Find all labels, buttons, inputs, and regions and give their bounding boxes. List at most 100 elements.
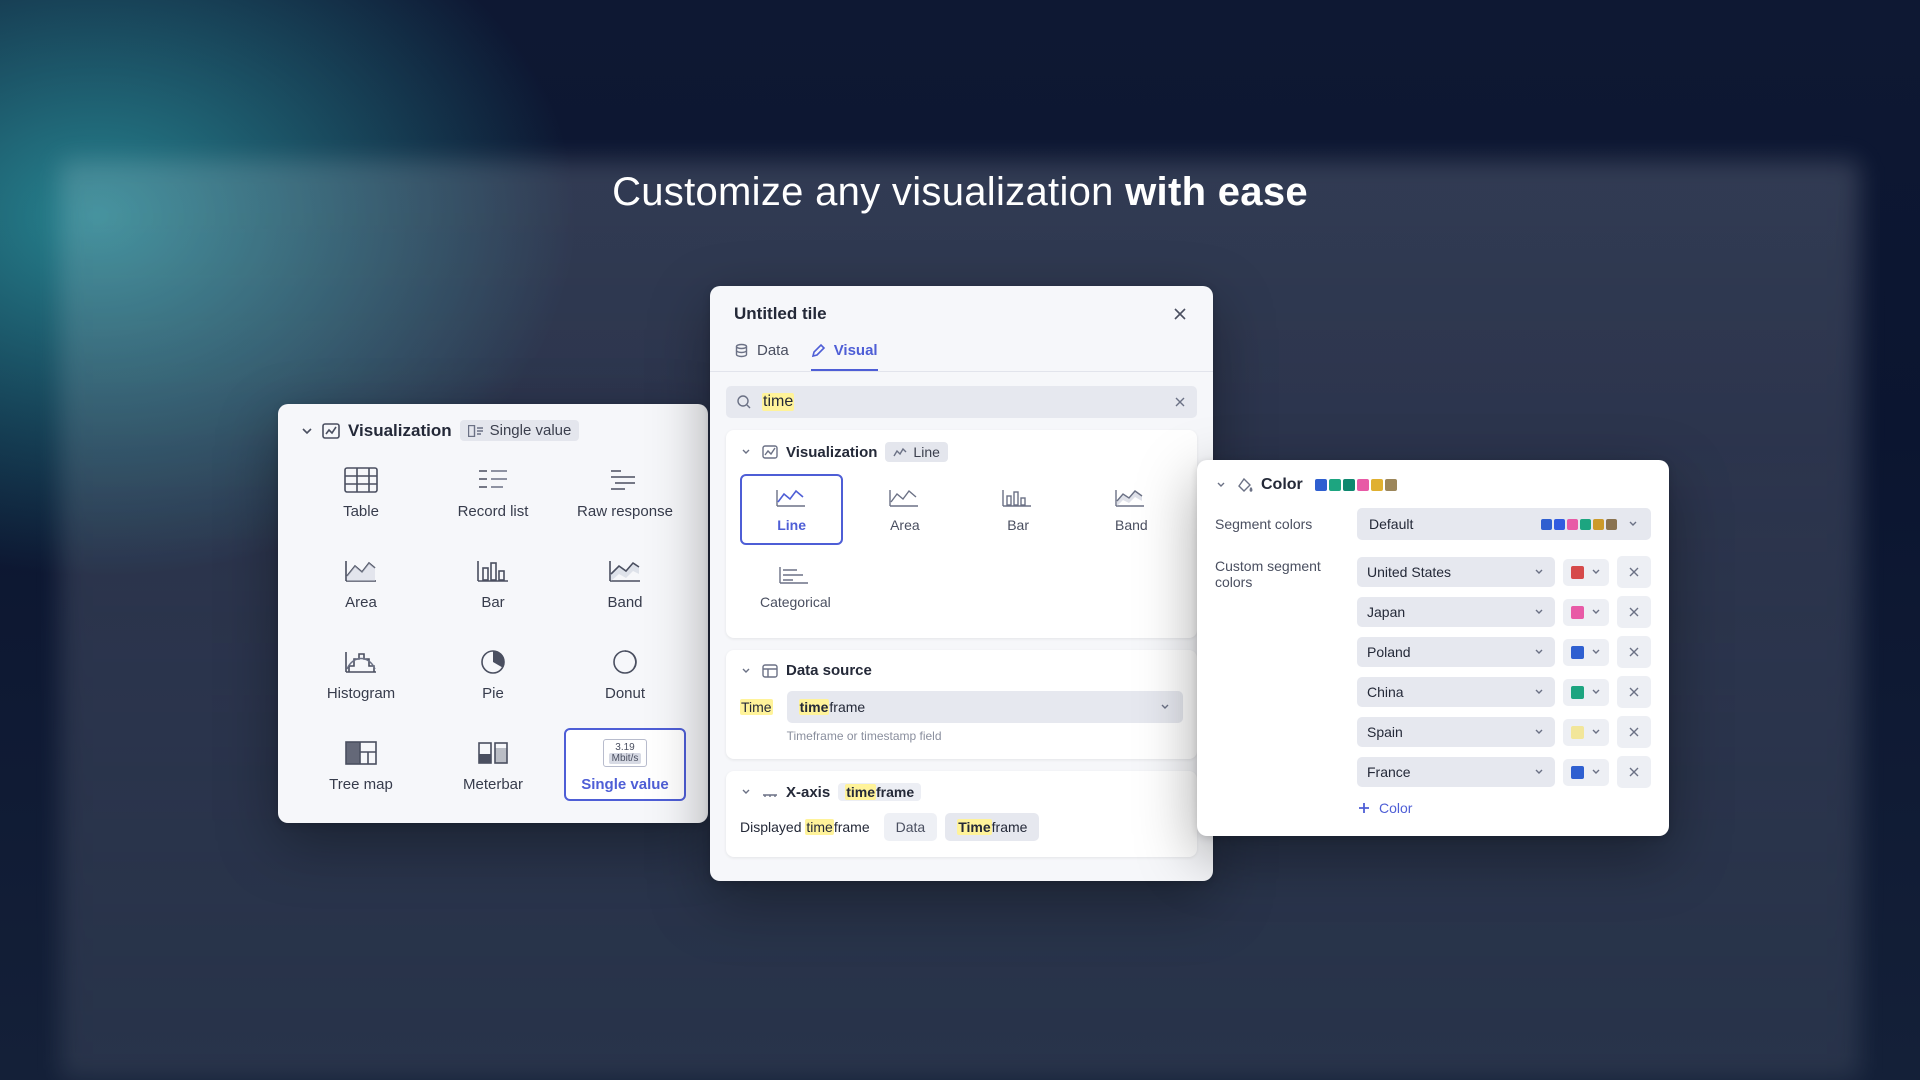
visualization-section-header[interactable]: Visualization Single value bbox=[300, 420, 686, 441]
record-list-icon bbox=[472, 463, 514, 497]
chevron-down-icon bbox=[740, 446, 754, 458]
chevron-down-icon bbox=[1533, 646, 1545, 658]
color-select[interactable] bbox=[1563, 599, 1609, 626]
viz-option-single-value[interactable]: 3.19Mbit/s Single value bbox=[564, 728, 686, 801]
chevron-down-icon bbox=[1591, 727, 1601, 737]
country-select[interactable]: Poland bbox=[1357, 637, 1555, 667]
country-select[interactable]: China bbox=[1357, 677, 1555, 707]
color-select[interactable] bbox=[1563, 759, 1609, 786]
viz-option-meterbar[interactable]: Meterbar bbox=[432, 728, 554, 801]
chart-icon bbox=[322, 423, 340, 439]
segment-colors-label: Segment colors bbox=[1215, 516, 1345, 532]
remove-color-button[interactable] bbox=[1617, 716, 1651, 748]
chevron-down-icon bbox=[740, 665, 754, 677]
country-color-row: United States bbox=[1357, 556, 1651, 588]
chevron-down-icon bbox=[1627, 518, 1639, 530]
chevron-down-icon bbox=[1215, 479, 1229, 491]
viz-option-pie[interactable]: Pie bbox=[432, 637, 554, 710]
remove-color-button[interactable] bbox=[1617, 756, 1651, 788]
segment-colors-row: Segment colors Default bbox=[1215, 508, 1651, 540]
single-value-icon: 3.19Mbit/s bbox=[604, 736, 646, 770]
palette-preview bbox=[1315, 479, 1397, 491]
database-icon bbox=[734, 343, 749, 358]
paint-bucket-icon bbox=[1237, 477, 1253, 493]
search-value-display: time bbox=[762, 393, 794, 411]
xaxis-subsection-header[interactable]: X-axis timeframe bbox=[740, 783, 1183, 801]
country-select[interactable]: Spain bbox=[1357, 717, 1555, 747]
viz-option-band[interactable]: Band bbox=[1080, 474, 1183, 545]
histogram-icon bbox=[340, 645, 382, 679]
country-color-row: Poland bbox=[1357, 636, 1651, 668]
country-color-list: United States Japan Poland China Spain France bbox=[1357, 556, 1651, 788]
viz-option-area[interactable]: Area bbox=[300, 546, 422, 619]
visualization-grid: Table Record list Raw response Area Bar … bbox=[300, 455, 686, 801]
close-icon bbox=[1628, 606, 1640, 618]
toggle-option-timeframe[interactable]: Timeframe bbox=[945, 813, 1039, 841]
viz-option-tree-map[interactable]: Tree map bbox=[300, 728, 422, 801]
custom-segment-colors-row: Custom segment colors United StatesJapan… bbox=[1215, 552, 1651, 788]
segment-colors-select[interactable]: Default bbox=[1357, 508, 1651, 540]
viz-option-categorical[interactable]: Categorical bbox=[740, 551, 851, 622]
viz-option-record-list[interactable]: Record list bbox=[432, 455, 554, 528]
color-select[interactable] bbox=[1563, 719, 1609, 746]
timeframe-helper: Timeframe or timestamp field bbox=[787, 729, 1183, 743]
timeframe-select[interactable]: timeframe bbox=[787, 691, 1183, 723]
viz-option-donut[interactable]: Donut bbox=[564, 637, 686, 710]
swatch bbox=[1571, 646, 1584, 659]
color-select[interactable] bbox=[1563, 679, 1609, 706]
add-color-button[interactable]: Color bbox=[1215, 800, 1651, 816]
tab-visual[interactable]: Visual bbox=[811, 334, 878, 371]
tree-map-icon bbox=[340, 736, 382, 770]
tab-data[interactable]: Data bbox=[734, 334, 789, 371]
table-icon bbox=[340, 463, 382, 497]
toggle-option-data[interactable]: Data bbox=[884, 813, 938, 841]
datasource-subsection-header[interactable]: Data source bbox=[740, 662, 1183, 679]
viz-option-table[interactable]: Table bbox=[300, 455, 422, 528]
viz-option-raw-response[interactable]: Raw response bbox=[564, 455, 686, 528]
clear-search-button[interactable] bbox=[1173, 395, 1187, 409]
chevron-down-icon bbox=[1533, 766, 1545, 778]
country-select[interactable]: Japan bbox=[1357, 597, 1555, 627]
close-icon bbox=[1628, 686, 1640, 698]
remove-color-button[interactable] bbox=[1617, 636, 1651, 668]
color-select[interactable] bbox=[1563, 639, 1609, 666]
visualization-picker-panel: Visualization Single value Table Record … bbox=[278, 404, 708, 823]
displayed-timeframe-label: Displayed timeframe bbox=[740, 819, 870, 835]
country-color-row: France bbox=[1357, 756, 1651, 788]
categorical-chart-icon bbox=[777, 563, 813, 589]
search-field[interactable]: time bbox=[726, 386, 1197, 418]
swatch bbox=[1554, 519, 1565, 530]
search-icon bbox=[736, 394, 752, 410]
color-section-header[interactable]: Color bbox=[1215, 476, 1651, 494]
close-button[interactable] bbox=[1171, 305, 1189, 323]
remove-color-button[interactable] bbox=[1617, 676, 1651, 708]
xaxis-subsection: X-axis timeframe Displayed timeframe Dat… bbox=[726, 771, 1197, 857]
color-select[interactable] bbox=[1563, 559, 1609, 586]
viz-option-band[interactable]: Band bbox=[564, 546, 686, 619]
country-select[interactable]: United States bbox=[1357, 557, 1555, 587]
x-axis-icon bbox=[762, 786, 778, 798]
viz-option-area[interactable]: Area bbox=[853, 474, 956, 545]
chart-icon bbox=[762, 445, 778, 459]
chevron-down-icon bbox=[1533, 686, 1545, 698]
remove-color-button[interactable] bbox=[1617, 596, 1651, 628]
chevron-down-icon bbox=[1591, 767, 1601, 777]
viz-option-line[interactable]: Line bbox=[740, 474, 843, 545]
visualization-subsection-header[interactable]: Visualization Line bbox=[740, 442, 1183, 462]
swatch bbox=[1541, 519, 1552, 530]
line-chart-icon bbox=[774, 486, 810, 512]
swatch bbox=[1571, 766, 1584, 779]
close-icon bbox=[1628, 646, 1640, 658]
viz-option-bar[interactable]: Bar bbox=[967, 474, 1070, 545]
datasource-subsection: Data source Time timeframe Timeframe or … bbox=[726, 650, 1197, 759]
viz-option-bar[interactable]: Bar bbox=[432, 546, 554, 619]
swatch bbox=[1315, 479, 1327, 491]
pie-chart-icon bbox=[472, 645, 514, 679]
visualization-subsection: Visualization Line Line Area Bar bbox=[726, 430, 1197, 638]
viz-option-histogram[interactable]: Histogram bbox=[300, 637, 422, 710]
remove-color-button[interactable] bbox=[1617, 556, 1651, 588]
chevron-down-icon bbox=[1533, 726, 1545, 738]
country-color-row: Spain bbox=[1357, 716, 1651, 748]
plus-icon bbox=[1357, 801, 1371, 815]
country-select[interactable]: France bbox=[1357, 757, 1555, 787]
